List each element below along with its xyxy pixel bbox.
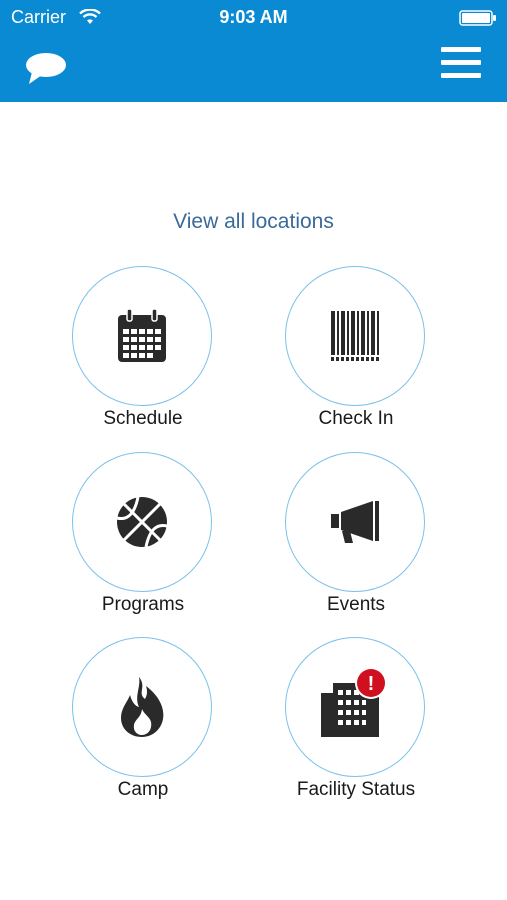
chat-bubble-icon: [26, 53, 66, 84]
battery-icon: [459, 10, 496, 26]
basketball-icon: [116, 496, 168, 548]
programs-label: Programs: [101, 594, 185, 615]
building-alert-icon: !: [321, 667, 387, 737]
check-in-label: Check In: [318, 408, 394, 429]
check-in-tile[interactable]: Check In: [271, 266, 441, 446]
status-time: 9:03 AM: [219, 7, 288, 27]
view-all-locations-link[interactable]: View all locations: [0, 210, 507, 234]
schedule-tile[interactable]: Schedule: [58, 266, 228, 446]
facility-status-label: Facility Status: [296, 779, 416, 800]
chat-button[interactable]: [24, 51, 68, 87]
programs-circle: [72, 452, 212, 592]
facility-status-circle: !: [285, 637, 425, 777]
check-in-circle: [285, 266, 425, 406]
hamburger-menu-icon: [441, 47, 483, 78]
camp-circle: [72, 637, 212, 777]
flame-icon: [121, 677, 164, 737]
facility-status-tile[interactable]: ! Facility Status: [271, 637, 441, 817]
calendar-icon: [118, 308, 166, 362]
programs-tile[interactable]: Programs: [58, 452, 228, 632]
status-bar: Carrier 9:03 AM: [0, 0, 507, 34]
app-header: Carrier 9:03 AM: [0, 0, 507, 102]
alert-badge-text: !: [368, 673, 375, 695]
camp-tile[interactable]: Camp: [58, 637, 228, 817]
events-label: Events: [326, 594, 386, 615]
megaphone-icon: [331, 501, 379, 543]
camp-label: Camp: [117, 779, 169, 800]
menu-button[interactable]: [441, 47, 483, 85]
events-circle: [285, 452, 425, 592]
schedule-circle: [72, 266, 212, 406]
schedule-label: Schedule: [103, 408, 183, 429]
events-tile[interactable]: Events: [271, 452, 441, 632]
barcode-icon: [331, 311, 379, 361]
